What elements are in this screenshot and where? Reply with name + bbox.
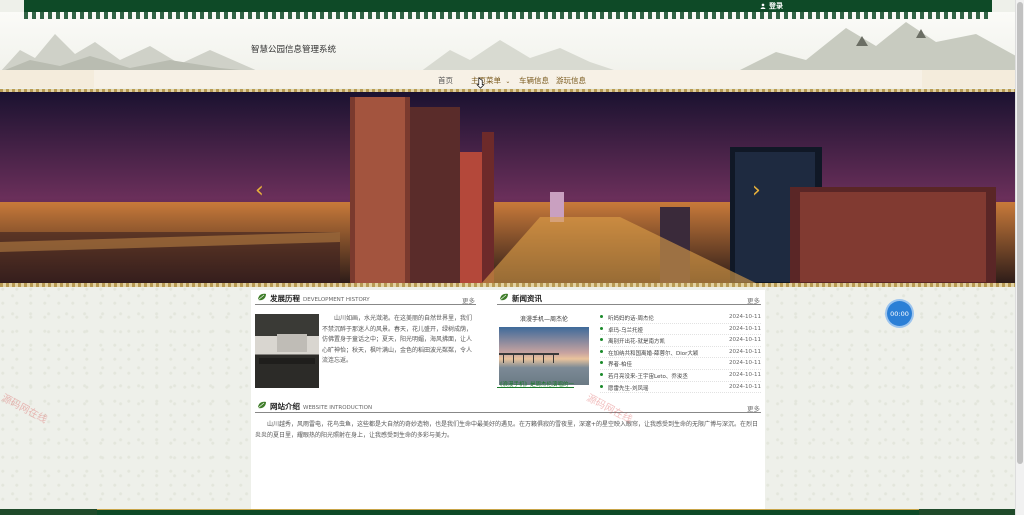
news-item-title: 卓玛-乌兰托娅: [608, 327, 643, 334]
fret-border: [24, 12, 992, 19]
footer-bar: [0, 509, 1016, 515]
login-link[interactable]: 登录: [760, 1, 783, 11]
featured-news-image: [499, 327, 589, 385]
leaf-icon: [257, 293, 266, 301]
news-item-date: 2024-10-11: [729, 371, 761, 378]
mountain-art-right: [736, 22, 1016, 72]
bullet: [600, 361, 603, 365]
featured-news-title: 浪漫手机—周杰伦: [519, 316, 568, 323]
list-item[interactable]: 卓玛-乌兰托娅 2024-10-11: [600, 324, 761, 336]
history-text: 山川如画，水光潋滟。在这美丽的自然世界里，我们不禁沉醉于那迷人的风景。春天，花儿…: [322, 315, 473, 365]
footer-center: [97, 509, 919, 515]
banner-border-bottom: [0, 283, 1016, 287]
list-item[interactable]: 界者-柏佳 2024-10-11: [600, 358, 761, 370]
timer-widget[interactable]: 00:00: [887, 301, 912, 326]
list-item[interactable]: 愿雷先生-刘凤瑶 2024-10-11: [600, 382, 761, 394]
news-header: 新闻资讯: [499, 293, 542, 304]
page: 登录 智慧公园信息管理系统 首页 主页菜单 ⌄ 车辆信息 游玩信息 ‹ › 发展…: [0, 0, 1016, 515]
list-item[interactable]: 离别开出花-就是南方凯 2024-10-11: [600, 335, 761, 347]
mountain-art-center: [420, 40, 620, 72]
user-icon: [760, 3, 766, 9]
history-subtitle: DEVELOPMENT HISTORY: [303, 297, 370, 303]
carousel-next-arrow[interactable]: ›: [752, 180, 761, 202]
list-item[interactable]: 若月亮没来-王宇宙Leto、乔浚丞 2024-10-11: [600, 370, 761, 382]
intro-subtitle: WEBSITE INTRODUCTION: [303, 405, 373, 411]
news-item-date: 2024-10-11: [729, 348, 761, 355]
news-divider: [497, 304, 761, 305]
list-item[interactable]: 在加纳共和国离婚-薛蓉尔、Dior大颖 2024-10-11: [600, 347, 761, 359]
nav-bar-end-left: [0, 70, 94, 88]
news-item-title: 听妈妈的话-周杰伦: [608, 316, 654, 322]
news-item-title: 在加纳共和国离婚-薛蓉尔、Dior大颖: [608, 350, 699, 357]
site-title: 智慧公园信息管理系统: [251, 45, 337, 55]
pier-photo: [499, 353, 559, 363]
bullet: [600, 349, 603, 353]
bullet: [600, 384, 603, 388]
chevron-down-icon: ⌄: [505, 78, 511, 85]
mountain-art-left: [0, 34, 260, 72]
featured-news-card[interactable]: 浪漫手机—周杰伦 《浪漫手机》是周杰伦演唱的一: [497, 310, 591, 390]
intro-title: 网站介绍: [270, 402, 300, 411]
login-label: 登录: [769, 2, 783, 10]
intro-header: 网站介绍 WEBSITE INTRODUCTION: [257, 401, 372, 412]
news-title: 新闻资讯: [512, 294, 542, 303]
leaf-icon: [499, 293, 508, 301]
news-item-title: 愿雷先生-刘凤瑶: [608, 385, 649, 392]
history-image: [255, 314, 319, 388]
news-item-title: 离别开出花-就是南方凯: [608, 339, 665, 346]
bullet: [600, 338, 603, 342]
news-item-date: 2024-10-11: [729, 383, 761, 390]
history-title: 发展历程: [270, 294, 300, 303]
header-landscape: [0, 12, 1016, 72]
history-divider: [255, 304, 476, 305]
history-photo: [259, 334, 315, 364]
mouse-cursor-icon: [476, 77, 485, 89]
scrollbar-thumb[interactable]: [1017, 2, 1023, 464]
news-item-date: 2024-10-11: [729, 314, 761, 320]
news-item-date: 2024-10-11: [729, 325, 761, 332]
news-list: 听妈妈的话-周杰伦 2024-10-11 卓玛-乌兰托娅 2024-10-11 离别…: [600, 312, 761, 394]
news-item-title: 若月亮没来-王宇宙Leto、乔浚丞: [608, 373, 688, 380]
nav-bar-end-right: [922, 70, 1016, 88]
nav-item-play[interactable]: 游玩信息: [556, 75, 586, 86]
nav-item-home[interactable]: 首页: [438, 75, 453, 86]
intro-divider: [255, 412, 761, 413]
banner-carousel[interactable]: [0, 92, 1016, 285]
nav-item-vehicles[interactable]: 车辆信息: [519, 75, 549, 86]
bullet: [600, 372, 603, 376]
carousel-prev-arrow[interactable]: ‹: [255, 180, 264, 202]
leaf-icon: [257, 401, 266, 409]
list-item[interactable]: 听妈妈的话-周杰伦 2024-10-11: [600, 312, 761, 324]
city-night-image: [0, 92, 1016, 285]
bullet: [600, 326, 603, 330]
featured-news-caption[interactable]: 《浪漫手机》是周杰伦演唱的一: [497, 380, 574, 388]
intro-text: 山川越秀，风雨雷电，花鸟虫鱼，这些都是大自然的奇妙造物，也是我们生命中最美好的遇…: [255, 421, 759, 439]
history-header: 发展历程 DEVELOPMENT HISTORY: [257, 293, 370, 304]
scrollbar[interactable]: [1015, 0, 1024, 515]
news-item-title: 界者-柏佳: [608, 362, 632, 369]
top-bar: 登录: [24, 0, 992, 19]
bullet: [600, 315, 603, 318]
news-item-date: 2024-10-11: [729, 337, 761, 344]
background-pattern-left: [0, 285, 251, 509]
news-item-date: 2024-10-11: [729, 360, 761, 367]
